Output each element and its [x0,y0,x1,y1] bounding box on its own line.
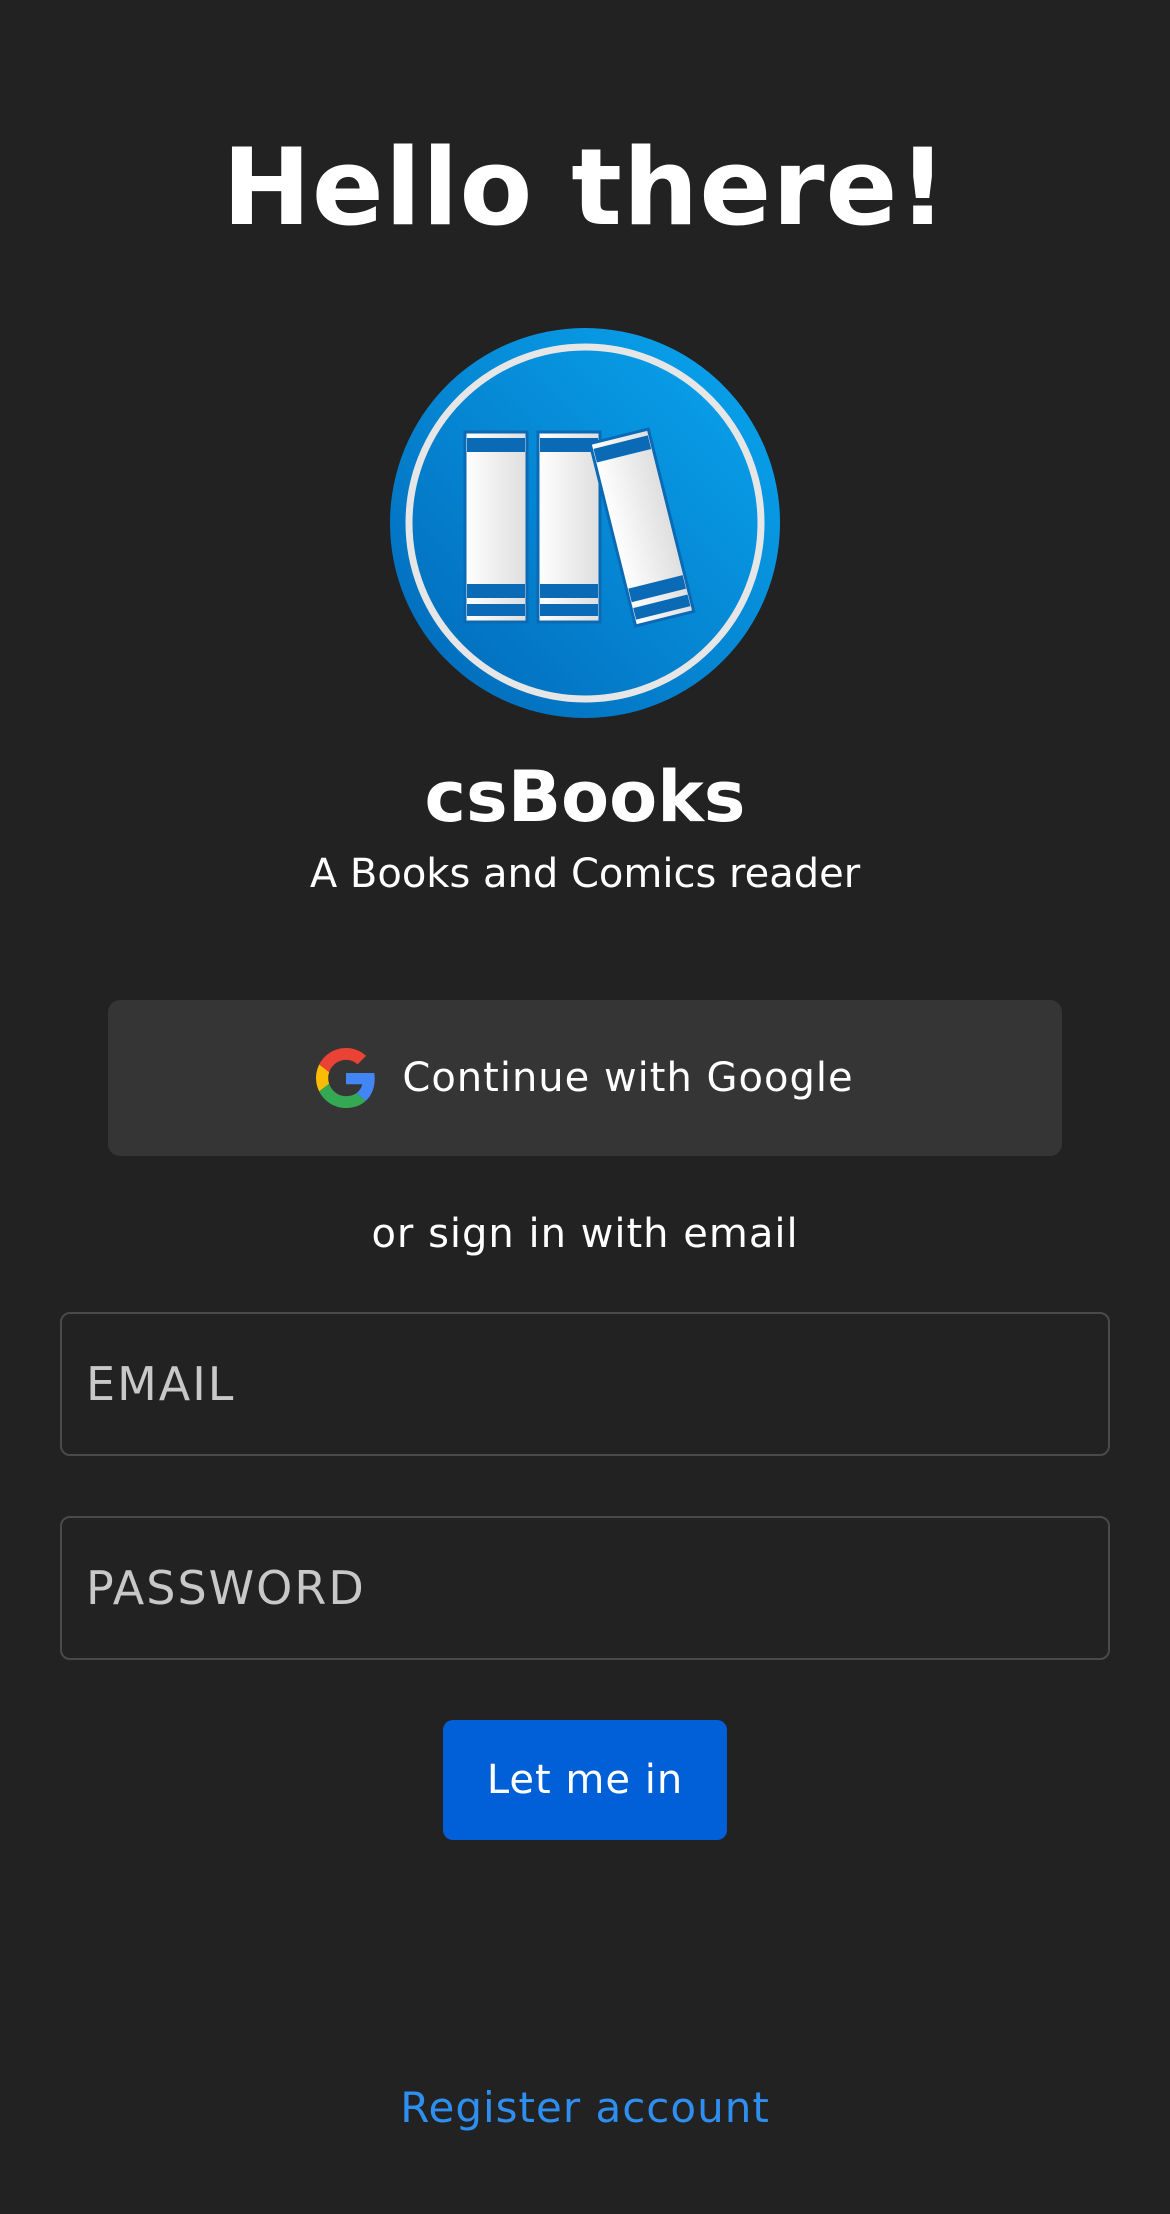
register-account-label: Register account [400,2083,770,2132]
let-me-in-button[interactable]: Let me in [443,1720,727,1840]
continue-with-google-button[interactable]: Continue with Google [108,1000,1062,1156]
app-name: csBooks [424,756,746,838]
google-g-icon [316,1048,376,1108]
email-signin-divider-text: or sign in with email [371,1211,799,1257]
page-title: Hello there! [222,126,948,249]
register-account-link[interactable]: Register account [0,2078,1170,2138]
password-input[interactable] [62,1518,1108,1658]
bookshelf-logo-icon [390,328,780,718]
app-tagline: A Books and Comics reader [309,851,861,897]
google-button-label: Continue with Google [402,1055,854,1101]
email-field-container [60,1312,1110,1456]
email-input[interactable] [62,1314,1108,1454]
password-field-container [60,1516,1110,1660]
